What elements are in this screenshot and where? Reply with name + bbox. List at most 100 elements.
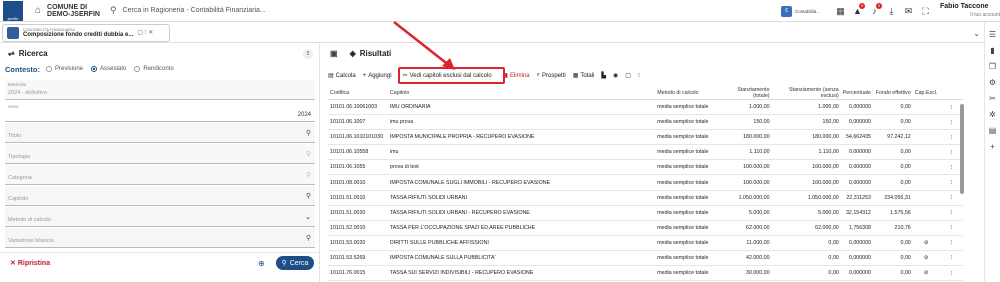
expand-icon[interactable]: ▢	[625, 72, 631, 79]
tools-icon[interactable]: ✂	[989, 94, 996, 110]
cell-cod: 10101.06.10558	[328, 144, 388, 161]
list-icon[interactable]: ☰	[989, 30, 996, 46]
plus-icon[interactable]: +	[990, 142, 995, 158]
radio-label: Previsione	[55, 66, 84, 72]
table-row[interactable]: 10101.76.0015 TASSA SUI SERVIZI INDIVISIB…	[328, 265, 963, 282]
table-row[interactable]: 10101.52.0010 TASSA PER L'OCCUPAZIONE SPA…	[328, 220, 963, 236]
cell-pc: 1,756308	[840, 220, 873, 236]
search-button[interactable]: ⚲ Cerca	[276, 256, 314, 270]
download-icon[interactable]: ⤓	[883, 6, 900, 17]
cell-se: 1.050.000,00	[771, 190, 841, 206]
filter-icon: ⇌	[8, 48, 15, 58]
home-icon[interactable]: ⌂	[35, 5, 41, 16]
cell-cap: IMPOSTA MUNICIPALE PROPRIA - RECUPERO EV…	[387, 129, 656, 146]
gear-icon[interactable]: ⚙	[989, 78, 996, 94]
panel-menu-icon[interactable]: ⁝	[303, 49, 313, 59]
radio-previsione[interactable]: Previsione	[46, 66, 83, 72]
col-cap-escl[interactable]: Cap.Escl.	[912, 87, 940, 100]
esercizio-field[interactable]: Esercizio 2024 - definitivo	[5, 80, 315, 100]
search-icon[interactable]: ⚲	[306, 129, 311, 137]
table-row[interactable]: 10101.08.0010 IMPOSTA COMUNALE SUGLI IMMO…	[328, 174, 963, 191]
table-row[interactable]: 10101.06.1010101030 IMPOSTA MUNICIPALE PR…	[328, 129, 963, 146]
tab-fondo-crediti[interactable]: CONTABILITÀ FINANZIARIA Composizione fon…	[2, 23, 170, 42]
row-menu-icon[interactable]: ⁝	[939, 205, 963, 221]
table-row[interactable]: 10101.51.0010 TASSA RIFIUTI SOLIDI URBANI…	[328, 190, 963, 206]
variazione-bilancio-field[interactable]: Variazione bilancio ⚲	[5, 228, 315, 248]
chevron-down-icon[interactable]: ⌄	[305, 213, 311, 221]
col-stanziamento-senza-esclusi[interactable]: Stanziamento (senza esclusi)	[771, 87, 841, 100]
col-percentuale[interactable]: Percentuale	[840, 87, 873, 100]
col-codifica[interactable]: Codifica	[328, 87, 388, 100]
chevron-down-icon[interactable]: ⌄	[973, 29, 980, 38]
table-row[interactable]: 10101.06.1055 prova di test media semplice…	[328, 159, 963, 176]
vertical-scrollbar[interactable]	[960, 104, 964, 194]
row-menu-icon[interactable]: ⁝	[939, 250, 963, 267]
titolo-field[interactable]: Titolo ⚲	[5, 123, 315, 143]
col-capitolo[interactable]: Capitolo	[387, 87, 656, 100]
cell-ex: ⊘	[912, 250, 940, 267]
capitolo-field[interactable]: Capitolo ⚲	[5, 186, 315, 206]
results-header: ▣ ◈ Risultati	[322, 44, 982, 62]
metodo-calcolo-select[interactable]: Metodo di calcolo ⌄	[5, 207, 315, 227]
table-row[interactable]: 10101.51.0020 TASSA RIFIUTI SOLIDI URBANI…	[328, 205, 963, 221]
table-row[interactable]: 10101.06.10558 imu media semplice totale 1.…	[328, 144, 963, 161]
table-row[interactable]: 10101.53.0020 DIRITTI SULLE PUBBLICHE AFF…	[328, 235, 963, 251]
calculator-icon: ▤	[328, 73, 334, 79]
user-menu[interactable]: Fabio Taccone Il tuo account	[940, 1, 1000, 21]
tab-close-icon[interactable]: ▢ ⁝ ✕	[137, 29, 153, 36]
cell-ex	[912, 190, 940, 206]
reset-button[interactable]: ✕ Ripristina	[10, 259, 50, 267]
table-row[interactable]: 10101.53.5269 IMPOSTA COMUNALE SULLA PUBB…	[328, 250, 963, 267]
row-menu-icon[interactable]: ⁝	[939, 235, 963, 251]
global-search[interactable]: ⚲ Cerca in Ragioneria - Contabilità Fina…	[110, 4, 410, 18]
search-icon[interactable]: ⚲	[306, 234, 311, 242]
radio-rendiconto[interactable]: Rendiconto	[134, 66, 174, 72]
aggiungi-button[interactable]: + Aggiungi	[363, 73, 392, 79]
eye-icon[interactable]: ◉	[613, 72, 618, 79]
col-stanziamento-totale[interactable]: Stanziamento (totale)	[719, 87, 772, 100]
zoom-icon[interactable]: ⊕	[258, 259, 265, 268]
cell-fe: 0,00	[873, 144, 913, 161]
settings-icon[interactable]: ✲	[989, 110, 996, 126]
search-icon[interactable]: ⚲	[306, 192, 311, 200]
copy-icon[interactable]: ❐	[989, 62, 996, 78]
row-menu-icon[interactable]: ⁝	[939, 265, 963, 282]
cell-cod: 10101.53.0020	[328, 235, 388, 251]
anno-field[interactable]: Anno 2024	[5, 102, 315, 122]
export-icon[interactable]: ▙	[601, 72, 606, 79]
mail-icon[interactable]: ✉	[900, 6, 917, 17]
elimina-button[interactable]: ▮ Elimina	[505, 72, 530, 80]
search-icon[interactable]: ⚲	[306, 171, 311, 179]
bookmark-icon[interactable]: ▮	[990, 46, 994, 62]
cell-st: 11.000,00	[719, 235, 772, 251]
cell-pc: 0,000000	[840, 159, 873, 176]
apps-grid-icon[interactable]: ▦	[832, 6, 849, 17]
categoria-field[interactable]: Categoria ⚲	[5, 165, 315, 185]
totali-button[interactable]: ▦ Totali	[573, 72, 595, 80]
search-input[interactable]: Cerca in Ragioneria - Contabilità Finanz…	[123, 7, 266, 14]
col-metodo[interactable]: Metodo di calcolo	[655, 87, 720, 100]
app-logo[interactable]: jserfin	[3, 0, 23, 21]
tipologia-field[interactable]: Tipologia ⚲	[5, 144, 315, 164]
calcola-button[interactable]: ▤ Calcola	[328, 72, 356, 80]
search-icon[interactable]: ⚲	[306, 150, 311, 158]
calculator-icon[interactable]: ▤	[989, 126, 997, 142]
cell-se: 1.110,00	[771, 144, 841, 161]
toolbar-menu-icon[interactable]: ⁝	[638, 72, 640, 79]
sidebar-toggle-icon[interactable]: ▣	[330, 49, 338, 58]
plus-icon: +	[362, 72, 367, 79]
cell-cap: prova di test	[387, 159, 656, 176]
table-row[interactable]: 10101.06.10061003 IMU ORDINARIA media semp…	[328, 99, 963, 116]
bell-icon[interactable]: ♪ 0	[866, 3, 883, 16]
search-button-label: Cerca	[289, 259, 309, 267]
cell-cap: TASSA SUI SERVIZI INDIVISIBILI - RECUPER…	[387, 265, 656, 282]
app-switch[interactable]: € Contabilità...	[780, 5, 820, 17]
col-fondo-effettivo[interactable]: Fondo effettivo	[873, 87, 913, 100]
prospetti-button[interactable]: ⌕ Prospetti	[537, 72, 566, 79]
fullscreen-icon[interactable]: ⛶	[917, 6, 934, 17]
radio-assestato[interactable]: Assestato	[91, 66, 126, 72]
table-row[interactable]: 10101.06.1007 imu prova media semplice tot…	[328, 114, 963, 131]
alert-icon[interactable]: ▲ 9	[849, 3, 866, 16]
user-account-link[interactable]: Il tuo account	[940, 11, 1000, 19]
row-menu-icon[interactable]: ⁝	[939, 220, 963, 236]
